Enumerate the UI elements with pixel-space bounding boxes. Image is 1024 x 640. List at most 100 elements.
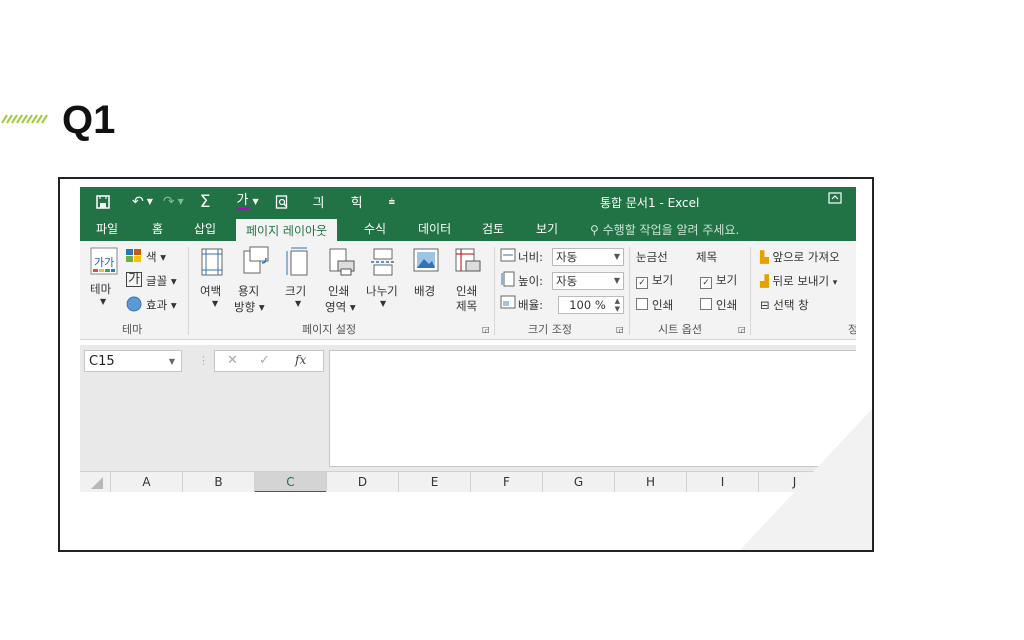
orientation-label-2: 방향 ▾: [234, 300, 265, 314]
sort-ascending-icon[interactable]: 긔: [313, 192, 325, 211]
print-preview-icon[interactable]: [275, 194, 289, 209]
headings-print-checkbox[interactable]: 인쇄: [700, 297, 737, 313]
background-icon[interactable]: [412, 247, 440, 275]
sort-descending-icon[interactable]: 힉: [351, 192, 363, 211]
effects-icon[interactable]: [126, 296, 142, 312]
checkbox-checked-icon: ✓: [636, 277, 648, 289]
selection-pane-icon: ⊟: [760, 298, 770, 312]
tab-review[interactable]: 검토: [482, 220, 504, 237]
cancel-icon[interactable]: ✕: [227, 353, 238, 368]
print-area-icon[interactable]: [328, 247, 356, 277]
scale-launcher-icon[interactable]: ◲: [616, 325, 624, 334]
column-header-e[interactable]: E: [398, 472, 470, 492]
send-backward-icon: ▟: [760, 274, 769, 288]
scale-spinner[interactable]: 100 % ▲ ▼: [558, 296, 624, 314]
font-color-dropdown-icon[interactable]: ▼: [253, 197, 259, 206]
margins-dropdown-icon[interactable]: ▼: [212, 299, 218, 308]
bring-forward-button[interactable]: ▙ 앞으로 가져오: [760, 249, 840, 265]
fonts-icon[interactable]: 가: [126, 272, 142, 287]
print-titles-icon[interactable]: [454, 247, 482, 277]
headings-view-checkbox[interactable]: ✓ 보기: [700, 272, 737, 289]
size-dropdown-icon[interactable]: ▼: [295, 299, 301, 308]
window-title: 통합 문서1 - Excel: [600, 196, 700, 210]
undo-icon[interactable]: ↶: [132, 194, 144, 210]
redo-icon[interactable]: ↷: [163, 194, 175, 210]
height-icon: [501, 271, 515, 287]
save-icon[interactable]: [96, 194, 110, 209]
width-label: 너비:: [518, 250, 544, 264]
redo-dropdown-icon[interactable]: ▼: [178, 197, 184, 206]
width-icon: [500, 248, 516, 262]
group-divider: [188, 247, 189, 335]
tab-formulas[interactable]: 수식: [364, 220, 386, 237]
colors-icon[interactable]: [126, 249, 142, 263]
print-area-label-2: 영역 ▾: [325, 300, 356, 314]
send-backward-button[interactable]: ▟ 뒤로 보내기 ▾: [760, 273, 837, 289]
tab-data[interactable]: 데이터: [418, 220, 451, 237]
selection-pane-button[interactable]: ⊟ 선택 창: [760, 297, 809, 313]
sheet-options-launcher-icon[interactable]: ◲: [738, 325, 746, 334]
tab-home[interactable]: 홈: [152, 220, 163, 237]
tell-me-search[interactable]: ⚲ 수행할 작업을 알려 주세요.: [590, 221, 739, 238]
spin-arrows-icon[interactable]: ▲ ▼: [615, 297, 620, 313]
formula-buttons: ✕ ✓ fx: [214, 350, 324, 372]
customize-qat-icon[interactable]: ⩧: [389, 195, 395, 209]
column-header-f[interactable]: F: [470, 472, 542, 492]
page-setup-launcher-icon[interactable]: ◲: [482, 325, 490, 334]
effects-button[interactable]: 효과 ▾: [146, 297, 177, 313]
quick-access-toolbar: ↶ ▼ ↷ ▼ Σ 가 ▼ 긔 힉 ⩧: [80, 187, 395, 216]
group-divider: [629, 247, 630, 335]
tab-page-layout[interactable]: 페이지 레이아웃: [236, 219, 338, 241]
size-icon[interactable]: [285, 247, 311, 277]
tab-file[interactable]: 파일: [96, 220, 118, 237]
breaks-dropdown-icon[interactable]: ▼: [380, 299, 386, 308]
scale-label: 배율:: [518, 298, 544, 312]
column-header-c[interactable]: C: [254, 472, 326, 492]
tab-insert[interactable]: 삽입: [194, 220, 216, 237]
title-bar: ↶ ▼ ↷ ▼ Σ 가 ▼ 긔 힉 ⩧ 통합 문서1 - Excel: [80, 187, 856, 216]
column-header-b[interactable]: B: [182, 472, 254, 492]
background-label: 배경: [414, 284, 436, 298]
select-all-icon[interactable]: [90, 476, 104, 490]
gridlines-print-checkbox[interactable]: 인쇄: [636, 297, 673, 313]
margins-icon[interactable]: [200, 247, 224, 277]
heading-slash-decoration: [1, 114, 48, 124]
size-label: 크기: [285, 284, 307, 298]
ribbon-tabs: 파일 홈 삽입 페이지 레이아웃 수식 데이터 검토 보기 ⚲ 수행할 작업을 …: [80, 216, 856, 241]
margins-label: 여백: [200, 284, 222, 298]
column-header-a[interactable]: A: [110, 472, 182, 492]
colors-button[interactable]: 색 ▾: [146, 249, 166, 265]
chevron-down-icon: ▼: [613, 276, 620, 285]
arrange-group-label: 정: [848, 321, 856, 337]
scale-icon: [500, 295, 516, 309]
gridlines-header: 눈금선: [636, 250, 668, 264]
tab-view[interactable]: 보기: [536, 220, 558, 237]
font-color-icon[interactable]: 가: [236, 193, 249, 210]
name-box[interactable]: C15 ▼: [84, 350, 182, 372]
themes-dropdown-icon[interactable]: ▼: [100, 297, 106, 306]
chevron-down-icon[interactable]: ▼: [169, 351, 175, 373]
themes-icon[interactable]: 가가: [90, 247, 118, 275]
breaks-icon[interactable]: [370, 247, 396, 277]
checkbox-unchecked-icon: [700, 298, 712, 310]
orientation-icon[interactable]: [240, 245, 270, 275]
enter-icon[interactable]: ✓: [259, 353, 270, 368]
ribbon-display-options-icon[interactable]: [828, 192, 842, 204]
ribbon-page-layout: 가가 테마 ▼ 색 ▾ 가 글꼴 ▾ 효과 ▾ 테마 여백 ▼ 용지 방향 ▾ …: [80, 241, 856, 340]
undo-dropdown-icon[interactable]: ▼: [147, 197, 153, 206]
column-header-g[interactable]: G: [542, 472, 614, 492]
fonts-button[interactable]: 글꼴 ▾: [146, 273, 177, 289]
checkbox-unchecked-icon: [636, 298, 648, 310]
column-header-d[interactable]: D: [326, 472, 398, 492]
width-select[interactable]: 자동 ▼: [552, 248, 624, 266]
breaks-label: 나누기: [366, 284, 398, 298]
height-select[interactable]: 자동 ▼: [552, 272, 624, 290]
insert-function-icon[interactable]: fx: [295, 353, 306, 367]
scale-group-label: 크기 조정: [528, 323, 572, 336]
column-header-h[interactable]: H: [614, 472, 686, 492]
gridlines-view-checkbox[interactable]: ✓ 보기: [636, 272, 673, 289]
print-titles-label-1: 인쇄: [456, 284, 478, 298]
orientation-label-1: 용지: [238, 284, 260, 298]
torn-edge-decoration: [740, 409, 872, 550]
autosum-icon[interactable]: Σ: [200, 192, 211, 212]
